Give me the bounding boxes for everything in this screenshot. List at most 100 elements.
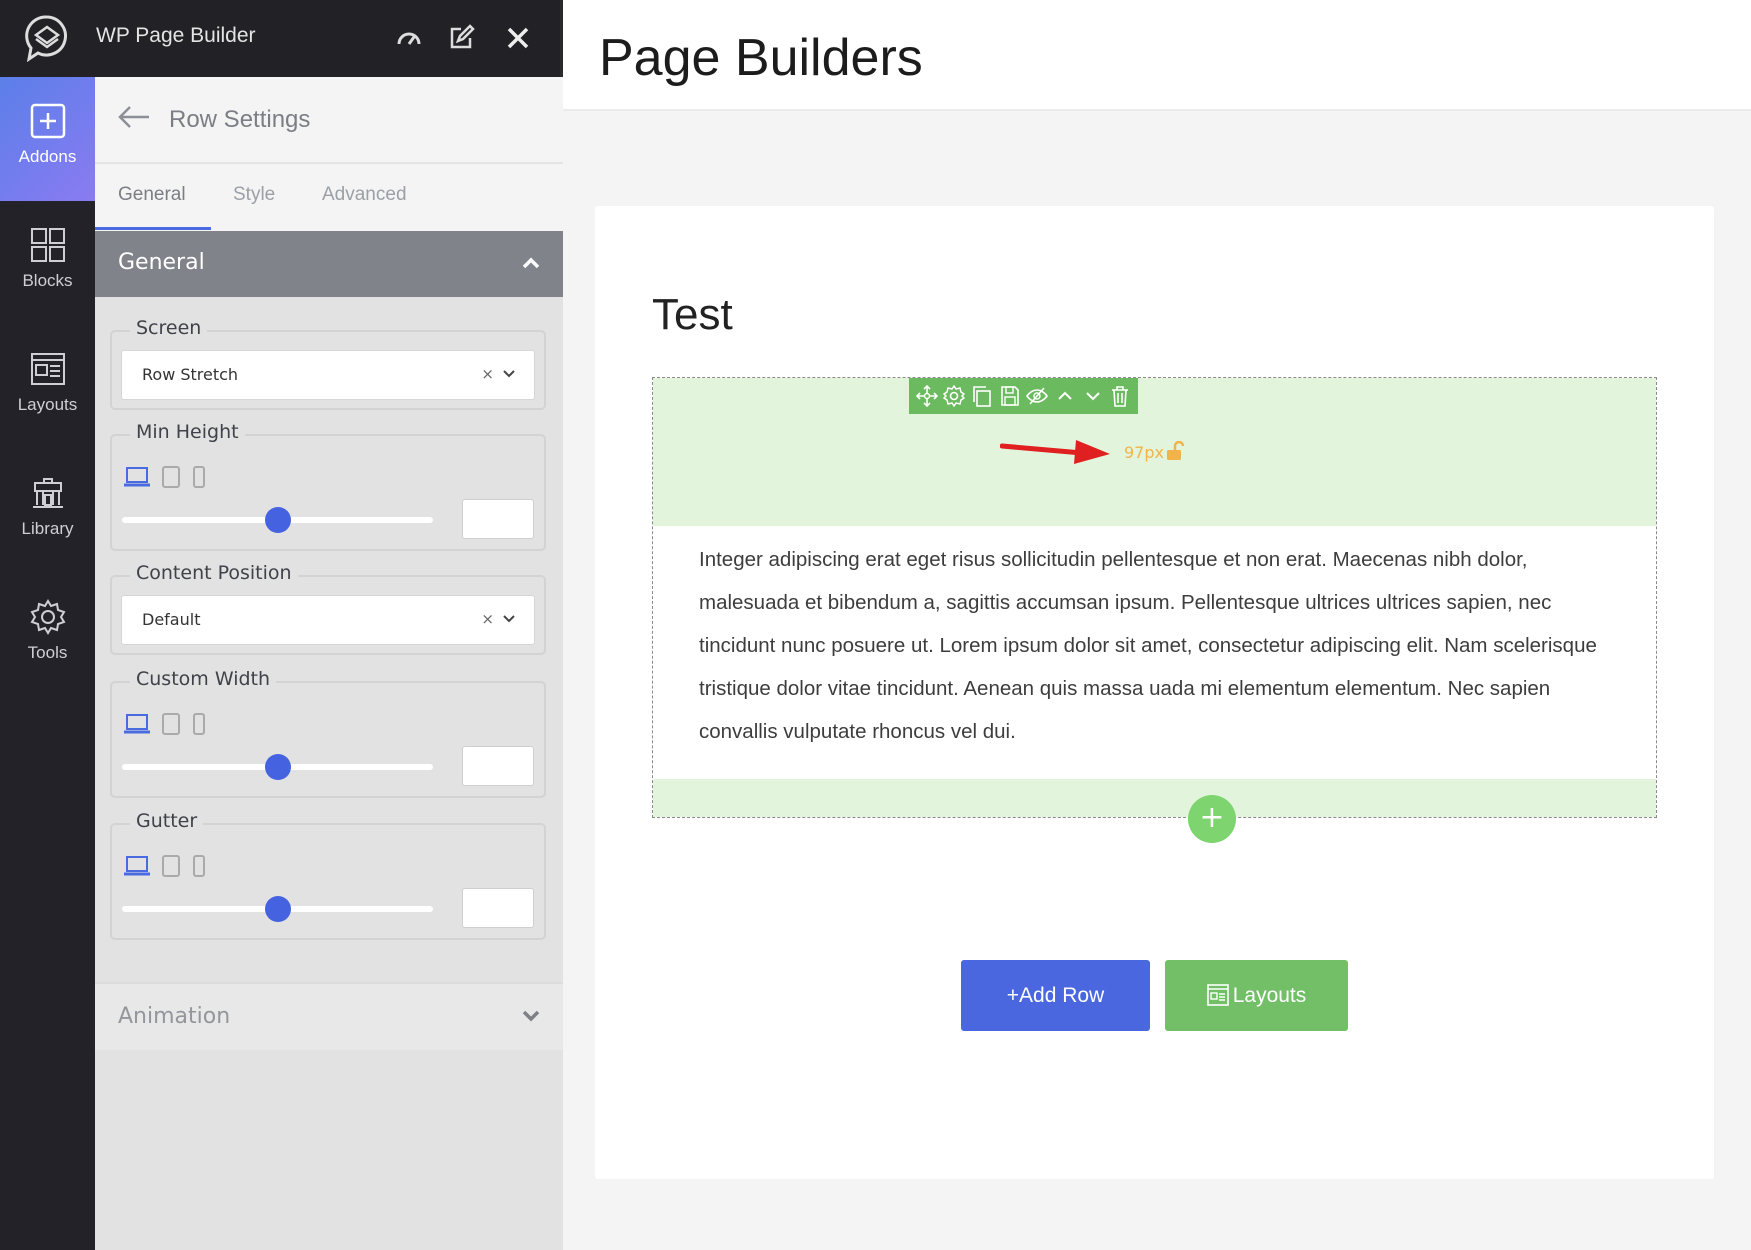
custom-width-slider[interactable] [122,754,433,780]
back-arrow-icon[interactable] [117,105,151,129]
min-height-field: Min Height [110,421,546,551]
plus-square-icon [30,103,65,139]
tab-bar: General Style Advanced [95,164,563,232]
layouts-button-label: Layouts [1232,984,1307,1007]
content-position-value: Default [142,610,201,629]
slider-thumb[interactable] [264,896,291,922]
row-text-content[interactable]: Integer adipiscing erat eget risus solli… [699,538,1629,753]
edit-icon[interactable] [447,24,475,52]
mobile-icon[interactable] [192,855,206,877]
hide-icon[interactable] [1026,385,1049,407]
sidebar-item-library[interactable]: Library [0,449,95,573]
tab-general[interactable]: General [118,184,186,206]
annotation-arrow-icon [1000,440,1110,464]
top-bar: WP Page Builder [0,0,560,77]
slider-thumb[interactable] [264,507,291,533]
card-title: Test [652,290,733,339]
sidebar-item-label: Blocks [22,271,73,290]
chevron-down-icon [503,615,515,623]
sidebar-item-addons[interactable]: Addons [0,77,95,201]
min-height-label: Min Height [130,421,245,443]
gear-icon [30,599,65,635]
screen-label: Screen [130,317,208,339]
desktop-icon[interactable] [124,466,150,488]
page-header: Page Builders [563,0,1751,111]
device-switcher [124,713,212,741]
add-row-button[interactable]: +Add Row [961,960,1150,1031]
layout-icon [30,353,65,385]
chevron-down-icon [503,370,515,378]
sidebar-item-label: Tools [27,643,68,662]
custom-width-input[interactable] [462,746,534,786]
delete-icon[interactable] [1109,385,1131,407]
layout-icon [1206,984,1229,1006]
custom-width-label: Custom Width [130,668,277,690]
clear-icon[interactable]: × [481,610,494,628]
panel-header: Row Settings [95,77,563,163]
save-icon[interactable] [999,385,1021,407]
gutter-slider[interactable] [122,896,433,922]
row-height-value: 97px [1124,443,1164,462]
tablet-icon[interactable] [161,466,181,488]
mobile-icon[interactable] [192,713,206,735]
tablet-icon[interactable] [161,713,181,735]
speedometer-icon[interactable] [395,24,423,52]
unlock-icon[interactable] [1166,441,1186,461]
panel-title: Row Settings [169,106,311,133]
row-height-indicator: 97px [1124,441,1186,462]
min-height-input[interactable] [462,499,534,539]
content-card: Test 97px Integer adipiscing erat eget r… [595,206,1714,1179]
sidebar-item-label: Addons [18,147,77,166]
screen-select[interactable]: Row Stretch × [121,350,535,400]
device-switcher [124,855,212,883]
section-title: Animation [118,1004,231,1029]
mobile-icon[interactable] [192,466,206,488]
active-tab-indicator [95,227,211,230]
row-padding-bottom [653,779,1656,817]
section-animation-header[interactable]: Animation [95,982,563,1050]
content-position-field: Content Position Default × [110,562,546,655]
tab-style[interactable]: Style [233,184,275,206]
duplicate-icon[interactable] [971,385,993,407]
clear-icon[interactable]: × [481,365,494,383]
row-container[interactable]: 97px Integer adipiscing erat eget risus … [652,377,1657,843]
chevron-down-icon [522,1010,540,1022]
move-down-icon[interactable] [1082,385,1104,407]
section-general-header[interactable]: General [95,231,563,297]
row-toolbar [909,378,1138,414]
slider-thumb[interactable] [264,754,291,780]
desktop-icon[interactable] [124,713,150,735]
sidebar-item-blocks[interactable]: Blocks [0,201,95,325]
add-column-button[interactable]: + [1188,795,1236,843]
gutter-label: Gutter [130,810,204,832]
tablet-icon[interactable] [161,855,181,877]
content-position-select[interactable]: Default × [121,595,535,645]
settings-icon[interactable] [943,384,966,408]
tab-advanced[interactable]: Advanced [322,184,407,206]
device-switcher [124,466,212,494]
sidebar-item-label: Library [21,519,74,538]
section-title: General [118,250,205,275]
page-title: Page Builders [599,29,923,87]
screen-field: Screen Row Stretch × [110,317,546,410]
move-icon[interactable] [915,384,938,408]
gutter-field: Gutter [110,810,546,940]
logo-icon [25,15,67,62]
sidebar-item-label: Layouts [17,395,78,414]
library-icon [32,478,63,508]
sidebar: Addons Blocks Layouts Library Tools [0,77,95,1250]
min-height-slider[interactable] [122,507,433,533]
desktop-icon[interactable] [124,855,150,877]
move-up-icon[interactable] [1054,385,1076,407]
sidebar-item-tools[interactable]: Tools [0,573,95,697]
close-icon[interactable] [504,24,532,52]
custom-width-field: Custom Width [110,668,546,798]
settings-panel: Row Settings General Style Advanced Gene… [95,77,563,1250]
sidebar-item-layouts[interactable]: Layouts [0,325,95,449]
blocks-icon [30,228,65,262]
chevron-up-icon [522,257,540,269]
app-title: WP Page Builder [96,24,256,47]
screen-value: Row Stretch [142,365,239,384]
layouts-button[interactable]: Layouts [1165,960,1348,1031]
gutter-input[interactable] [462,888,534,928]
